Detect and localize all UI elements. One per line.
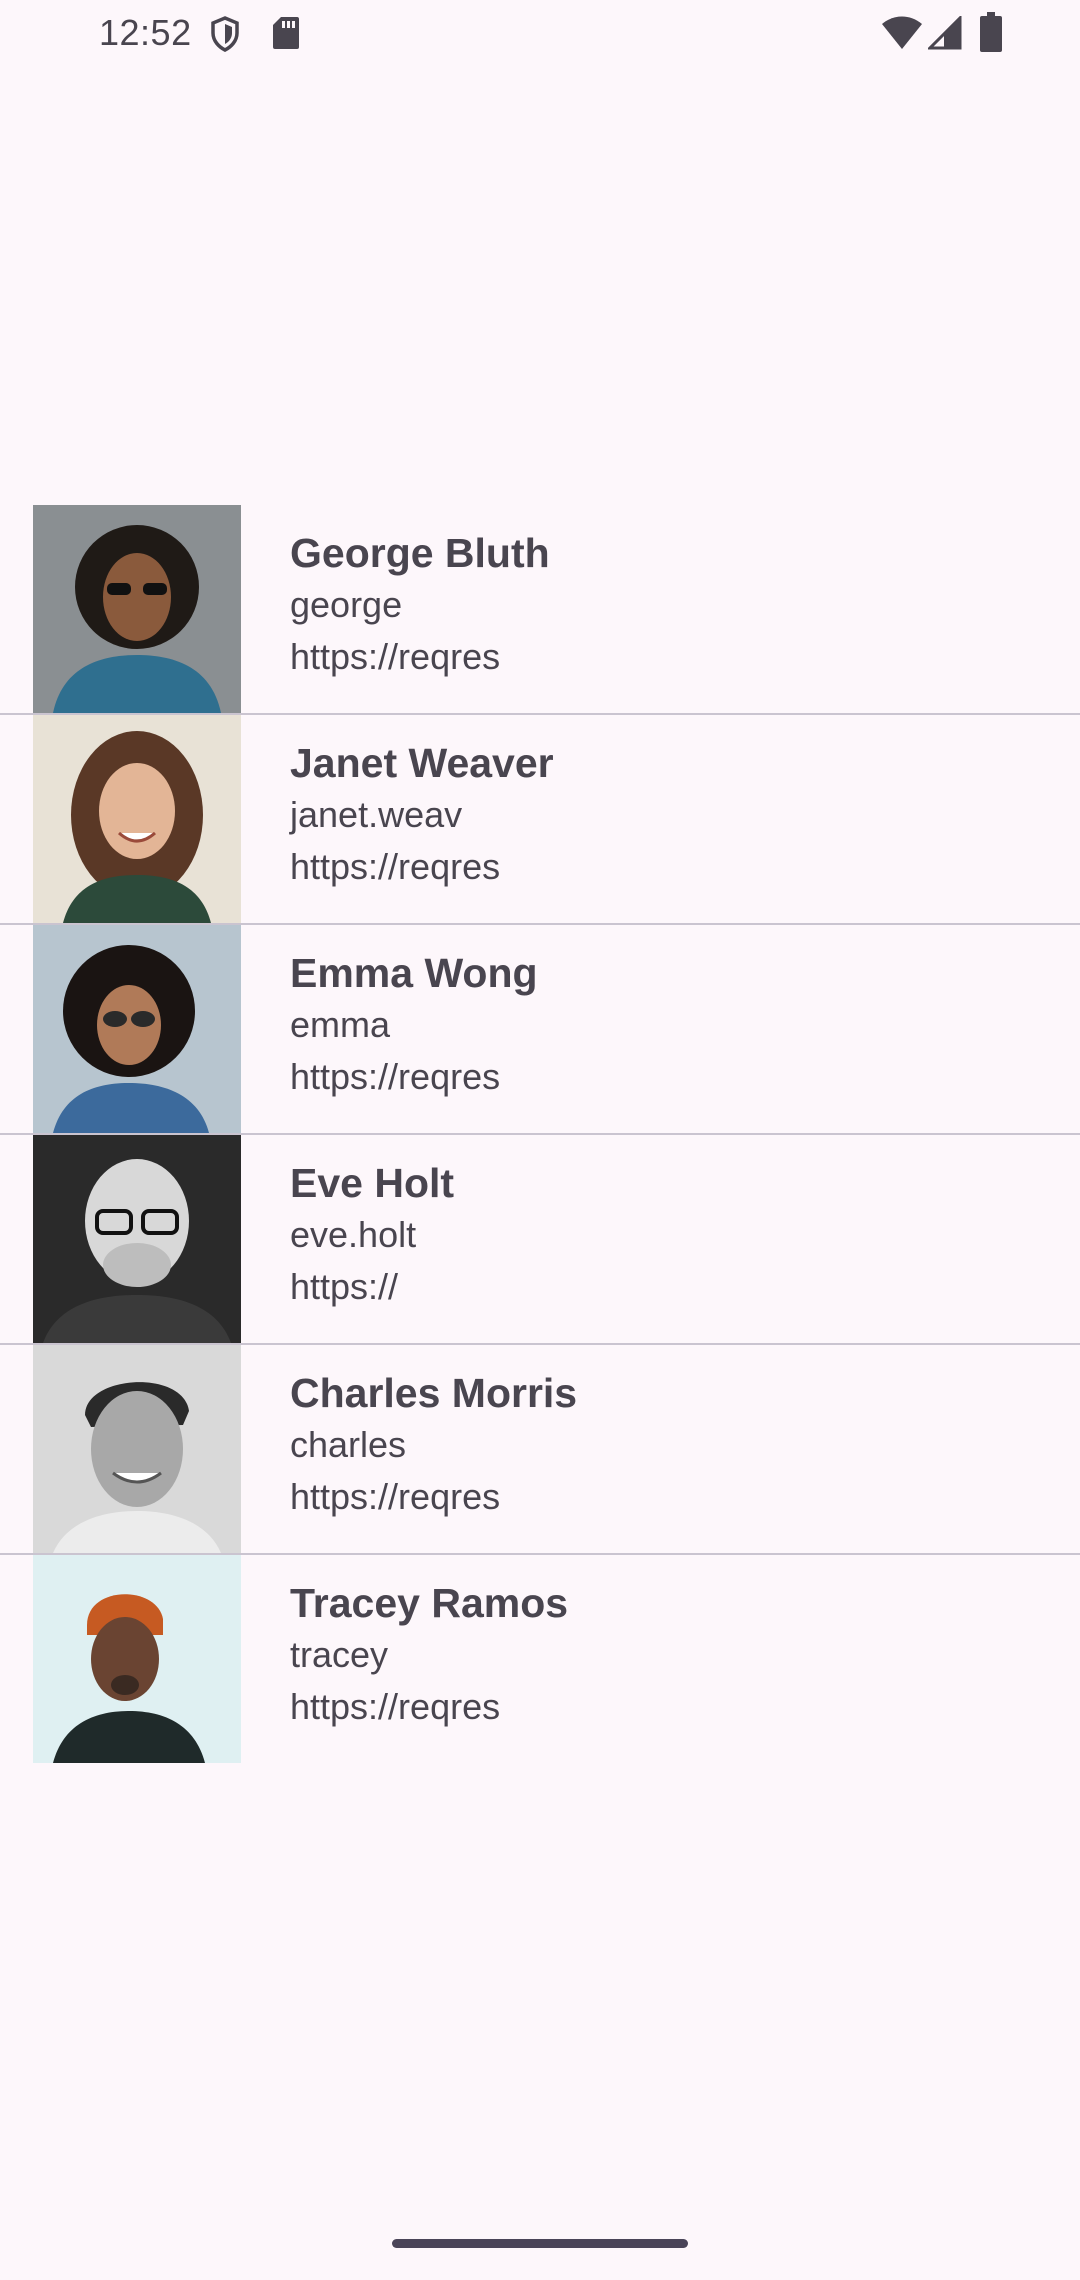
user-row-charles-morris[interactable]: Charles Morris charles https://reqres xyxy=(0,1345,1080,1555)
user-username: george xyxy=(290,584,403,625)
user-name: Eve Holt xyxy=(290,1160,455,1206)
user-username: tracey xyxy=(290,1634,389,1675)
shield-icon xyxy=(210,16,240,57)
status-time: 12:52 xyxy=(99,12,192,53)
avatar xyxy=(33,715,241,923)
user-url: https://reqres xyxy=(290,846,501,887)
status-bar: 12:52 xyxy=(0,0,1080,70)
user-url: https://reqres xyxy=(290,636,501,677)
user-row-tracey-ramos[interactable]: Tracey Ramos tracey https://reqres xyxy=(0,1555,1080,1765)
user-url: https://reqres xyxy=(290,1056,501,1097)
avatar xyxy=(33,1345,241,1553)
user-name: Emma Wong xyxy=(290,950,538,996)
avatar xyxy=(33,505,241,713)
avatar xyxy=(33,1555,241,1763)
user-name: Charles Morris xyxy=(290,1370,578,1416)
user-list: George Bluth george https://reqres Janet… xyxy=(0,505,1080,1765)
user-username: emma xyxy=(290,1004,391,1045)
cellular-signal-icon xyxy=(926,14,962,55)
sd-card-icon xyxy=(272,16,300,55)
user-url: https:// xyxy=(290,1266,399,1307)
user-url: https://reqres xyxy=(290,1476,501,1517)
user-name: George Bluth xyxy=(290,530,550,576)
avatar xyxy=(33,925,241,1133)
avatar xyxy=(33,1135,241,1343)
battery-icon xyxy=(980,12,1002,57)
home-indicator[interactable] xyxy=(392,2239,688,2248)
user-name: Tracey Ramos xyxy=(290,1580,569,1626)
user-username: janet.weav xyxy=(290,794,463,835)
user-row-janet-weaver[interactable]: Janet Weaver janet.weav https://reqres xyxy=(0,715,1080,925)
user-row-emma-wong[interactable]: Emma Wong emma https://reqres xyxy=(0,925,1080,1135)
user-username: eve.holt xyxy=(290,1214,417,1255)
user-username: charles xyxy=(290,1424,407,1465)
wifi-icon xyxy=(882,16,922,55)
user-row-eve-holt[interactable]: Eve Holt eve.holt https:// xyxy=(0,1135,1080,1345)
user-url: https://reqres xyxy=(290,1686,501,1727)
user-name: Janet Weaver xyxy=(290,740,554,786)
user-row-george-bluth[interactable]: George Bluth george https://reqres xyxy=(0,505,1080,715)
